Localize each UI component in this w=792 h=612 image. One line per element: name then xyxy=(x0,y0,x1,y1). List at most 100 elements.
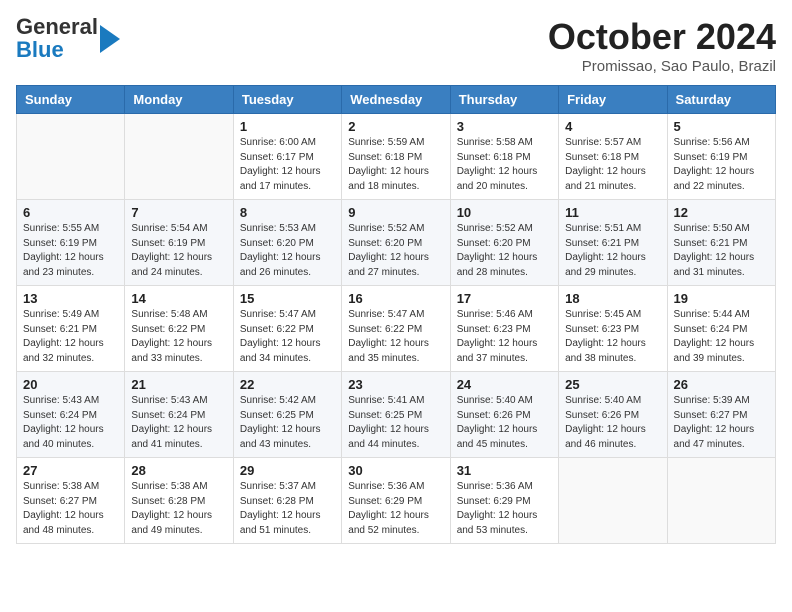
day-info: Sunrise: 5:47 AM Sunset: 6:22 PM Dayligh… xyxy=(348,308,443,366)
day-number: 19 xyxy=(674,291,769,306)
day-info: Sunrise: 5:39 AM Sunset: 6:27 PM Dayligh… xyxy=(674,394,769,452)
calendar-cell xyxy=(125,114,233,200)
day-info: Sunrise: 5:38 AM Sunset: 6:28 PM Dayligh… xyxy=(131,480,226,538)
logo: General Blue xyxy=(16,16,120,62)
day-number: 23 xyxy=(348,377,443,392)
calendar-cell: 12 Sunrise: 5:50 AM Sunset: 6:21 PM Dayl… xyxy=(667,200,775,286)
day-number: 16 xyxy=(348,291,443,306)
day-number: 3 xyxy=(457,119,552,134)
day-info: Sunrise: 5:36 AM Sunset: 6:29 PM Dayligh… xyxy=(457,480,552,538)
day-number: 20 xyxy=(23,377,118,392)
calendar-cell: 23 Sunrise: 5:41 AM Sunset: 6:25 PM Dayl… xyxy=(342,372,450,458)
day-number: 15 xyxy=(240,291,335,306)
calendar-cell: 22 Sunrise: 5:42 AM Sunset: 6:25 PM Dayl… xyxy=(233,372,341,458)
day-info: Sunrise: 5:58 AM Sunset: 6:18 PM Dayligh… xyxy=(457,136,552,194)
day-number: 6 xyxy=(23,205,118,220)
calendar-cell: 24 Sunrise: 5:40 AM Sunset: 6:26 PM Dayl… xyxy=(450,372,558,458)
calendar-cell: 19 Sunrise: 5:44 AM Sunset: 6:24 PM Dayl… xyxy=(667,286,775,372)
day-number: 30 xyxy=(348,463,443,478)
logo-general-text: General xyxy=(16,14,98,39)
day-info: Sunrise: 5:55 AM Sunset: 6:19 PM Dayligh… xyxy=(23,222,118,280)
calendar-cell: 30 Sunrise: 5:36 AM Sunset: 6:29 PM Dayl… xyxy=(342,458,450,544)
calendar-cell: 2 Sunrise: 5:59 AM Sunset: 6:18 PM Dayli… xyxy=(342,114,450,200)
weekday-header-wednesday: Wednesday xyxy=(342,86,450,114)
day-number: 24 xyxy=(457,377,552,392)
day-number: 12 xyxy=(674,205,769,220)
calendar-cell: 29 Sunrise: 5:37 AM Sunset: 6:28 PM Dayl… xyxy=(233,458,341,544)
calendar-cell: 28 Sunrise: 5:38 AM Sunset: 6:28 PM Dayl… xyxy=(125,458,233,544)
day-number: 21 xyxy=(131,377,226,392)
location-subtitle: Promissao, Sao Paulo, Brazil xyxy=(548,58,776,75)
logo-blue-text: Blue xyxy=(16,37,64,62)
day-info: Sunrise: 5:52 AM Sunset: 6:20 PM Dayligh… xyxy=(348,222,443,280)
day-info: Sunrise: 5:44 AM Sunset: 6:24 PM Dayligh… xyxy=(674,308,769,366)
day-number: 29 xyxy=(240,463,335,478)
day-info: Sunrise: 5:38 AM Sunset: 6:27 PM Dayligh… xyxy=(23,480,118,538)
calendar-cell: 5 Sunrise: 5:56 AM Sunset: 6:19 PM Dayli… xyxy=(667,114,775,200)
calendar-cell xyxy=(667,458,775,544)
day-info: Sunrise: 5:51 AM Sunset: 6:21 PM Dayligh… xyxy=(565,222,660,280)
day-number: 13 xyxy=(23,291,118,306)
day-info: Sunrise: 5:46 AM Sunset: 6:23 PM Dayligh… xyxy=(457,308,552,366)
day-number: 9 xyxy=(348,205,443,220)
day-number: 28 xyxy=(131,463,226,478)
calendar-cell: 27 Sunrise: 5:38 AM Sunset: 6:27 PM Dayl… xyxy=(17,458,125,544)
calendar-cell: 6 Sunrise: 5:55 AM Sunset: 6:19 PM Dayli… xyxy=(17,200,125,286)
weekday-header-friday: Friday xyxy=(559,86,667,114)
day-info: Sunrise: 5:37 AM Sunset: 6:28 PM Dayligh… xyxy=(240,480,335,538)
day-info: Sunrise: 5:52 AM Sunset: 6:20 PM Dayligh… xyxy=(457,222,552,280)
calendar-cell: 8 Sunrise: 5:53 AM Sunset: 6:20 PM Dayli… xyxy=(233,200,341,286)
calendar-week-row: 1 Sunrise: 6:00 AM Sunset: 6:17 PM Dayli… xyxy=(17,114,776,200)
day-number: 7 xyxy=(131,205,226,220)
calendar-week-row: 6 Sunrise: 5:55 AM Sunset: 6:19 PM Dayli… xyxy=(17,200,776,286)
day-number: 31 xyxy=(457,463,552,478)
day-number: 2 xyxy=(348,119,443,134)
calendar-cell: 15 Sunrise: 5:47 AM Sunset: 6:22 PM Dayl… xyxy=(233,286,341,372)
page-header: General Blue October 2024 Promissao, Sao… xyxy=(16,16,776,75)
day-info: Sunrise: 5:53 AM Sunset: 6:20 PM Dayligh… xyxy=(240,222,335,280)
calendar-cell: 11 Sunrise: 5:51 AM Sunset: 6:21 PM Dayl… xyxy=(559,200,667,286)
day-info: Sunrise: 5:47 AM Sunset: 6:22 PM Dayligh… xyxy=(240,308,335,366)
day-number: 27 xyxy=(23,463,118,478)
day-number: 17 xyxy=(457,291,552,306)
weekday-header-saturday: Saturday xyxy=(667,86,775,114)
month-year-title: October 2024 xyxy=(548,16,776,58)
calendar-cell: 4 Sunrise: 5:57 AM Sunset: 6:18 PM Dayli… xyxy=(559,114,667,200)
day-info: Sunrise: 5:36 AM Sunset: 6:29 PM Dayligh… xyxy=(348,480,443,538)
day-info: Sunrise: 5:43 AM Sunset: 6:24 PM Dayligh… xyxy=(131,394,226,452)
day-number: 8 xyxy=(240,205,335,220)
calendar-week-row: 13 Sunrise: 5:49 AM Sunset: 6:21 PM Dayl… xyxy=(17,286,776,372)
calendar-cell xyxy=(559,458,667,544)
calendar-cell: 20 Sunrise: 5:43 AM Sunset: 6:24 PM Dayl… xyxy=(17,372,125,458)
day-number: 4 xyxy=(565,119,660,134)
day-info: Sunrise: 5:45 AM Sunset: 6:23 PM Dayligh… xyxy=(565,308,660,366)
day-number: 25 xyxy=(565,377,660,392)
calendar-cell: 9 Sunrise: 5:52 AM Sunset: 6:20 PM Dayli… xyxy=(342,200,450,286)
day-number: 10 xyxy=(457,205,552,220)
calendar-cell: 3 Sunrise: 5:58 AM Sunset: 6:18 PM Dayli… xyxy=(450,114,558,200)
calendar-cell: 10 Sunrise: 5:52 AM Sunset: 6:20 PM Dayl… xyxy=(450,200,558,286)
day-info: Sunrise: 5:59 AM Sunset: 6:18 PM Dayligh… xyxy=(348,136,443,194)
day-number: 26 xyxy=(674,377,769,392)
day-number: 22 xyxy=(240,377,335,392)
day-number: 14 xyxy=(131,291,226,306)
day-number: 11 xyxy=(565,205,660,220)
logo-triangle-icon xyxy=(100,25,120,53)
title-block: October 2024 Promissao, Sao Paulo, Brazi… xyxy=(548,16,776,75)
day-number: 18 xyxy=(565,291,660,306)
calendar-cell: 25 Sunrise: 5:40 AM Sunset: 6:26 PM Dayl… xyxy=(559,372,667,458)
day-info: Sunrise: 5:40 AM Sunset: 6:26 PM Dayligh… xyxy=(565,394,660,452)
day-info: Sunrise: 5:48 AM Sunset: 6:22 PM Dayligh… xyxy=(131,308,226,366)
weekday-header-thursday: Thursday xyxy=(450,86,558,114)
calendar-cell: 18 Sunrise: 5:45 AM Sunset: 6:23 PM Dayl… xyxy=(559,286,667,372)
calendar-cell xyxy=(17,114,125,200)
calendar-cell: 1 Sunrise: 6:00 AM Sunset: 6:17 PM Dayli… xyxy=(233,114,341,200)
day-info: Sunrise: 5:41 AM Sunset: 6:25 PM Dayligh… xyxy=(348,394,443,452)
calendar-cell: 21 Sunrise: 5:43 AM Sunset: 6:24 PM Dayl… xyxy=(125,372,233,458)
weekday-header-monday: Monday xyxy=(125,86,233,114)
day-info: Sunrise: 5:50 AM Sunset: 6:21 PM Dayligh… xyxy=(674,222,769,280)
calendar-week-row: 20 Sunrise: 5:43 AM Sunset: 6:24 PM Dayl… xyxy=(17,372,776,458)
day-info: Sunrise: 6:00 AM Sunset: 6:17 PM Dayligh… xyxy=(240,136,335,194)
calendar-cell: 26 Sunrise: 5:39 AM Sunset: 6:27 PM Dayl… xyxy=(667,372,775,458)
calendar-cell: 16 Sunrise: 5:47 AM Sunset: 6:22 PM Dayl… xyxy=(342,286,450,372)
